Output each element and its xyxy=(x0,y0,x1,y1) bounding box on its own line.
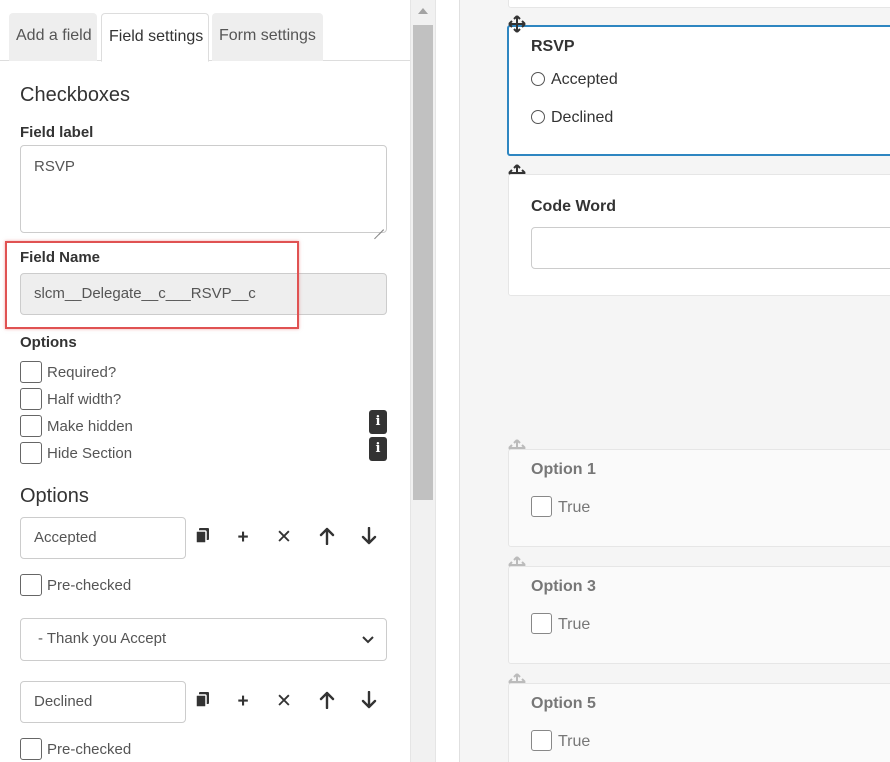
remove-icon[interactable]: ✕ xyxy=(273,691,295,713)
options-heading: Options xyxy=(20,334,77,351)
true-checkbox[interactable] xyxy=(531,613,552,634)
true-checkbox[interactable] xyxy=(531,730,552,751)
tab-field-settings[interactable]: Field settings xyxy=(101,13,209,62)
field-label-heading: Field label xyxy=(20,124,94,141)
hide-section-checkbox[interactable] xyxy=(20,442,42,464)
field-title: Option 3 xyxy=(531,578,596,595)
move-up-icon[interactable] xyxy=(316,527,338,549)
chevron-down-icon xyxy=(362,636,374,644)
code-word-input[interactable] xyxy=(531,227,890,269)
field-title: Option 5 xyxy=(531,695,596,712)
make-hidden-info-icon[interactable]: i xyxy=(369,410,387,434)
half-width-checkbox[interactable] xyxy=(20,388,42,410)
option-field-card[interactable]: Option 1 True xyxy=(508,449,890,547)
move-up-icon[interactable] xyxy=(316,691,338,713)
radio-button[interactable] xyxy=(531,72,545,86)
hide-section-info-icon[interactable]: i xyxy=(369,437,387,461)
remove-icon[interactable]: ✕ xyxy=(273,527,295,549)
required-label: Required? xyxy=(47,364,117,381)
hide-section-label: Hide Section xyxy=(47,445,133,462)
copy-icon[interactable] xyxy=(192,527,214,549)
code-word-field-card[interactable]: Code Word xyxy=(508,174,890,296)
scroll-up-arrow-icon[interactable] xyxy=(418,8,428,14)
panel-scrollbar[interactable] xyxy=(410,0,435,762)
true-checkbox[interactable] xyxy=(531,496,552,517)
move-down-icon[interactable] xyxy=(358,690,380,713)
panel-tabs: Add a field Field settings Form settings xyxy=(0,0,410,62)
field-title: RSVP xyxy=(531,38,575,55)
form-canvas: RSVP Accepted Declined Code Word Option … xyxy=(459,0,890,762)
field-label-value: RSVP xyxy=(34,158,75,175)
option-field-card[interactable]: Option 5 True xyxy=(508,683,890,762)
resize-grip-icon[interactable] xyxy=(374,220,384,230)
move-handle-icon[interactable] xyxy=(508,15,526,33)
field-settings-panel: Add a field Field settings Form settings… xyxy=(0,0,410,762)
field-title: Option 1 xyxy=(531,461,596,478)
highlight-annotation xyxy=(5,241,299,329)
make-hidden-checkbox[interactable] xyxy=(20,415,42,437)
option-value: Declined xyxy=(34,693,93,710)
option-value-input[interactable]: Accepted xyxy=(20,517,186,559)
option-field-card[interactable]: Option 3 True xyxy=(508,566,890,664)
true-label: True xyxy=(558,499,591,516)
make-hidden-label: Make hidden xyxy=(47,418,133,435)
add-icon[interactable]: + xyxy=(232,527,254,549)
option-value: Accepted xyxy=(34,529,97,546)
half-width-label: Half width? xyxy=(47,391,122,408)
section-title: Checkboxes xyxy=(20,84,131,106)
true-label: True xyxy=(558,616,591,633)
tab-add-field[interactable]: Add a field xyxy=(9,13,97,61)
panel-divider xyxy=(435,0,436,762)
field-title: Code Word xyxy=(531,198,617,215)
options-title: Options xyxy=(20,485,89,507)
thank-you-select[interactable]: - Thank you Accept xyxy=(20,618,387,661)
form-field-card[interactable] xyxy=(508,0,890,8)
prechecked-label: Pre-checked xyxy=(47,577,132,594)
radio-button[interactable] xyxy=(531,110,545,124)
tab-form-settings[interactable]: Form settings xyxy=(212,13,323,61)
rsvp-field-card[interactable]: RSVP Accepted Declined xyxy=(507,25,890,156)
field-label-textarea[interactable]: RSVP xyxy=(20,145,387,233)
option-value-input[interactable]: Declined xyxy=(20,681,186,723)
prechecked-checkbox[interactable] xyxy=(20,738,42,760)
move-down-icon[interactable] xyxy=(358,526,380,549)
true-label: True xyxy=(558,733,591,750)
radio-label: Accepted xyxy=(551,71,618,88)
add-icon[interactable]: + xyxy=(232,691,254,713)
copy-icon[interactable] xyxy=(192,691,214,713)
select-value: - Thank you Accept xyxy=(38,630,167,647)
prechecked-label: Pre-checked xyxy=(47,741,132,758)
prechecked-checkbox[interactable] xyxy=(20,574,42,596)
required-checkbox[interactable] xyxy=(20,361,42,383)
radio-label: Declined xyxy=(551,109,614,126)
scroll-thumb[interactable] xyxy=(413,25,433,500)
